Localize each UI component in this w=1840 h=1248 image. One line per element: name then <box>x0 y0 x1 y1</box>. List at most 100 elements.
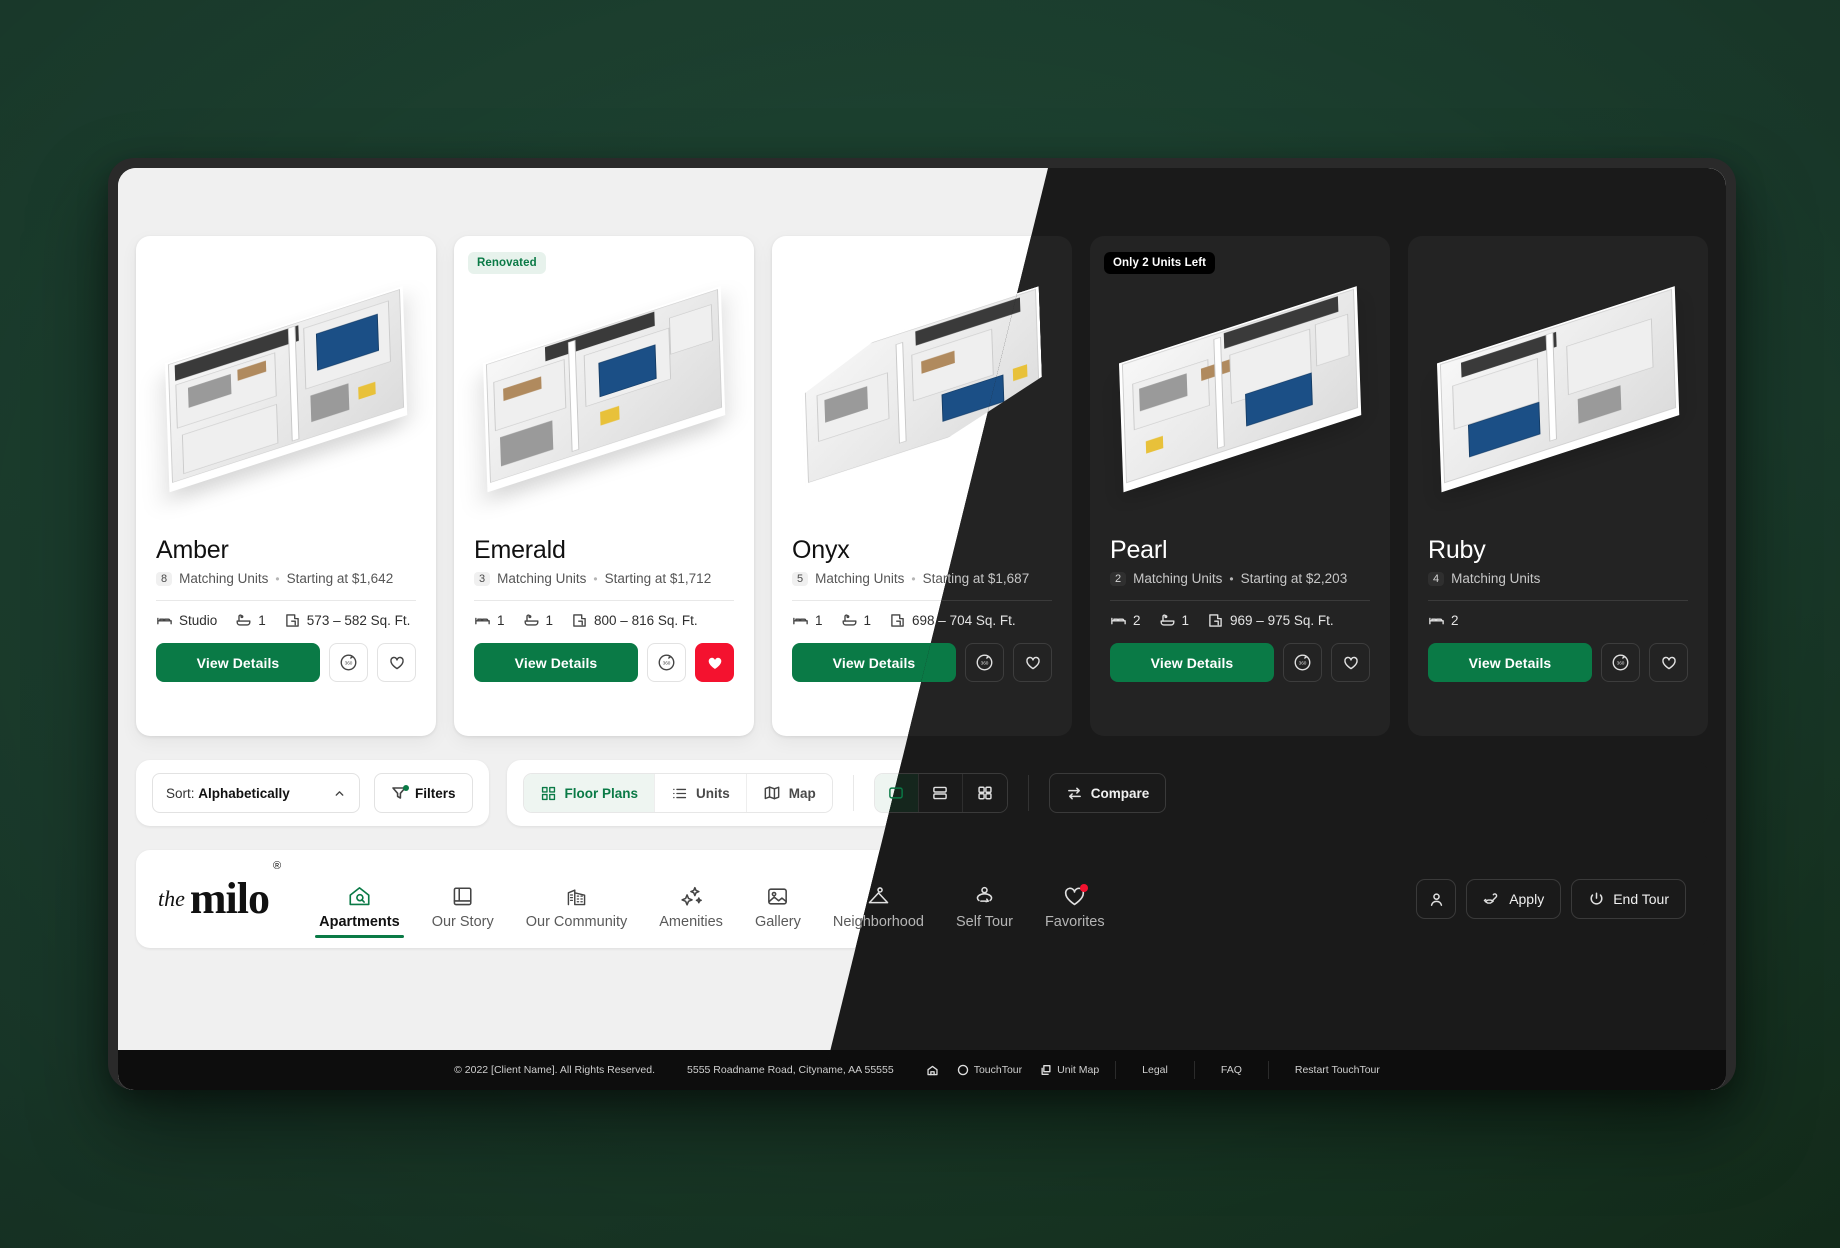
bed-icon <box>475 617 490 625</box>
toolbar-divider-2 <box>1027 775 1029 811</box>
view-tab-label: Floor Plans <box>564 785 639 801</box>
view-details-button[interactable]: View Details <box>474 643 638 682</box>
house-search-icon <box>347 884 372 909</box>
card-actions: View Details 360 <box>1428 643 1688 682</box>
favorite-button[interactable] <box>695 643 734 682</box>
nav-item-amenities[interactable]: Amenities <box>645 850 737 948</box>
compare-arrows-icon <box>1067 787 1081 799</box>
filters-button[interactable]: Filters <box>374 773 473 813</box>
view-tab-floor-plans[interactable]: Floor Plans <box>523 774 656 812</box>
spec-bedrooms: 1 <box>474 612 505 629</box>
account-button[interactable] <box>1416 879 1457 919</box>
bed-icon <box>1111 617 1126 625</box>
floorplan-image[interactable] <box>454 236 754 536</box>
spec-square-feet: 698 – 704 Sq. Ft. <box>889 612 1016 629</box>
favorite-button[interactable] <box>1331 643 1370 682</box>
heart-icon <box>1062 884 1089 909</box>
touchtour-brand[interactable]: TouchTour <box>957 1064 1022 1076</box>
floorplan-3d-render <box>801 286 1043 486</box>
filter-icon <box>391 785 409 801</box>
view-details-button[interactable]: View Details <box>1428 643 1592 682</box>
view-360-button[interactable]: 360 <box>1283 643 1322 682</box>
floorplan-image[interactable] <box>1090 236 1390 536</box>
separator-dot: • <box>275 571 280 586</box>
360-view-icon: 360 <box>1294 654 1311 671</box>
spec-square-feet: 573 – 582 Sq. Ft. <box>284 612 410 629</box>
floorplan-card[interactable]: Renovated Emerald 3 Matching Units • Sta… <box>454 236 754 736</box>
nav-item-favorites[interactable]: Favorites <box>1031 850 1119 948</box>
compare-button[interactable]: Compare <box>1048 773 1167 813</box>
svg-text:360: 360 <box>1617 661 1625 666</box>
view-360-button[interactable]: 360 <box>329 643 368 682</box>
floorplan-image[interactable] <box>1408 236 1708 536</box>
floorplan-card[interactable]: Ruby 4 Matching Units 2 View Details 360 <box>1408 236 1708 736</box>
matching-units-label: Matching Units <box>1133 571 1223 586</box>
nav-item-label: Gallery <box>754 914 801 930</box>
bathrooms-value: 1 <box>1181 613 1190 628</box>
touchtour-label: TouchTour <box>973 1064 1023 1076</box>
end-tour-button[interactable]: End Tour <box>1571 879 1686 919</box>
favorite-button[interactable] <box>1649 643 1688 682</box>
unit-map-brand[interactable]: Unit Map <box>1040 1064 1099 1076</box>
nav-item-our-community[interactable]: Our Community <box>512 850 642 948</box>
floorplan-image[interactable] <box>772 236 1072 536</box>
floorplan-3d-render <box>1118 286 1362 486</box>
card-divider <box>1110 600 1370 601</box>
nav-item-neighborhood[interactable]: Neighborhood <box>819 850 938 948</box>
brand-logo[interactable]: the milo ® <box>158 850 305 948</box>
footer-link-legal[interactable]: Legal <box>1115 1061 1194 1079</box>
heart-icon <box>389 656 404 669</box>
layout-mode-grid[interactable] <box>962 774 1007 812</box>
favorite-button[interactable] <box>377 643 416 682</box>
toolbar-divider <box>852 775 854 811</box>
spec-bedrooms: 1 <box>792 612 823 629</box>
card-body: Onyx 5 Matching Units • Starting at $1,6… <box>772 536 1072 736</box>
card-title: Amber <box>156 536 229 564</box>
spec-bathrooms: 1 <box>841 612 872 629</box>
footer-link-restart-touchtour[interactable]: Restart TouchTour <box>1267 1061 1406 1079</box>
view-details-button[interactable]: View Details <box>156 643 320 682</box>
view-tab-units[interactable]: Units <box>655 774 747 812</box>
spec-bedrooms: 2 <box>1110 612 1141 629</box>
view-360-button[interactable]: 360 <box>965 643 1004 682</box>
footer-bar: © 2022 [Client Name]. All Rights Reserve… <box>118 1050 1726 1090</box>
separator-dot: • <box>593 571 598 586</box>
apply-button[interactable]: Apply <box>1466 879 1562 919</box>
card-actions: View Details 360 <box>156 643 416 682</box>
sort-select[interactable]: Sort: Alphabetically <box>152 773 360 813</box>
filters-label: Filters <box>415 785 456 801</box>
layout-mode-rows[interactable] <box>918 774 963 812</box>
nav-item-gallery[interactable]: Gallery <box>741 850 815 948</box>
svg-text:360: 360 <box>345 661 353 666</box>
nav-item-label: Our Story <box>431 914 494 930</box>
floorplan-card[interactable]: Amber 8 Matching Units • Starting at $1,… <box>136 236 436 736</box>
view-details-button[interactable]: View Details <box>1110 643 1274 682</box>
nav-item-self-tour[interactable]: Self Tour <box>942 850 1027 948</box>
floorplan-card[interactable]: Only 2 Units Left Pearl 2 Matching Units… <box>1090 236 1390 736</box>
footer-brand-icons: TouchTour Unit Map <box>910 1064 1115 1077</box>
card-title: Pearl <box>1110 536 1168 564</box>
layout-mode-single[interactable] <box>874 774 919 812</box>
floorplan-3d-render <box>1436 286 1680 486</box>
view-360-button[interactable]: 360 <box>1601 643 1640 682</box>
view-360-button[interactable]: 360 <box>647 643 686 682</box>
spec-square-feet: 969 – 975 Sq. Ft. <box>1207 612 1334 629</box>
card-subtitle: 3 Matching Units • Starting at $1,712 <box>474 571 734 586</box>
floorplan-card[interactable]: Onyx 5 Matching Units • Starting at $1,6… <box>772 236 1072 736</box>
layout-toggle-group[interactable] <box>873 773 1008 813</box>
square-feet-icon <box>286 614 299 627</box>
nav-item-apartments[interactable]: Apartments <box>305 850 414 948</box>
view-details-button[interactable]: View Details <box>792 643 956 682</box>
card-body: Emerald 3 Matching Units • Starting at $… <box>454 536 754 736</box>
favorite-button[interactable] <box>1013 643 1052 682</box>
separator-dot: • <box>911 571 916 586</box>
footer-link-faq[interactable]: FAQ <box>1193 1061 1268 1079</box>
buildings-icon <box>564 884 589 909</box>
floorplan-card-rail[interactable]: Amber 8 Matching Units • Starting at $1,… <box>136 236 1726 736</box>
view-tab-map[interactable]: Map <box>746 774 832 812</box>
floorplan-image[interactable] <box>136 236 436 536</box>
tablet-device-frame: Amber 8 Matching Units • Starting at $1,… <box>108 158 1736 1090</box>
view-tabs[interactable]: Floor Plans Units Map <box>522 773 833 813</box>
bathrooms-value: 1 <box>863 613 872 628</box>
nav-item-our-story[interactable]: Our Story <box>418 850 508 948</box>
